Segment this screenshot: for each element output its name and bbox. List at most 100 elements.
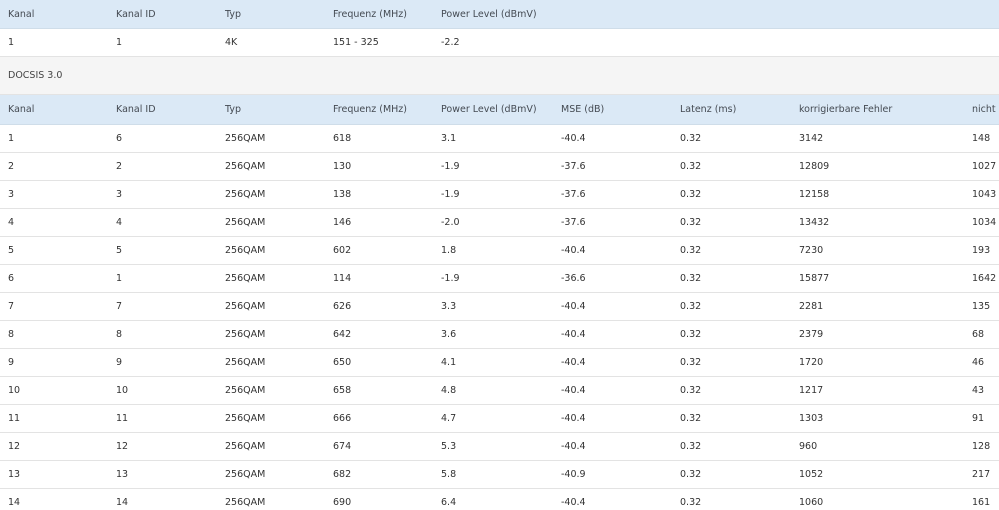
cell-korrigierbare-fehler: 1720 <box>799 357 824 368</box>
table-row: 5 5 256QAM 602 1.8 -40.4 0.32 7230 193 <box>0 237 999 265</box>
cell-nicht-korrigierbare-fehler: 68 <box>972 329 985 340</box>
cell-kanal-id: 12 <box>116 441 129 452</box>
cell-korrigierbare-fehler: 12809 <box>799 161 830 172</box>
cell-latenz: 0.32 <box>680 413 702 424</box>
cell-korrigierbare-fehler: 12158 <box>799 189 830 200</box>
cell-nicht-korrigierbare-fehler: 217 <box>972 469 991 480</box>
cell-korrigierbare-fehler: 3142 <box>799 133 824 144</box>
cell-frequenz: 642 <box>333 329 352 340</box>
cell-kanal: 4 <box>8 217 15 228</box>
cell-korrigierbare-fehler: 13432 <box>799 217 830 228</box>
cell-kanal-id: 5 <box>116 245 123 256</box>
cell-korrigierbare-fehler: 15877 <box>799 273 830 284</box>
cell-power-level: -1.9 <box>441 189 460 200</box>
cell-latenz: 0.32 <box>680 441 702 452</box>
cell-nicht-korrigierbare-fehler: 161 <box>972 497 991 508</box>
cell-typ: 256QAM <box>225 217 266 228</box>
cell-latenz: 0.32 <box>680 469 702 480</box>
cell-typ: 256QAM <box>225 301 266 312</box>
cell-frequenz: 618 <box>333 133 352 144</box>
cell-power-level: 4.7 <box>441 413 457 424</box>
column-header-nicht-korrigierbare-fehler: nicht k <box>972 104 999 115</box>
cell-typ: 256QAM <box>225 413 266 424</box>
cell-frequenz: 138 <box>333 189 352 200</box>
table-row: 12 12 256QAM 674 5.3 -40.4 0.32 960 128 <box>0 433 999 461</box>
column-header-typ: Typ <box>225 104 241 115</box>
cell-kanal-id: 4 <box>116 217 123 228</box>
table-header-row: Kanal Kanal ID Typ Frequenz (MHz) Power Leve… <box>0 0 999 29</box>
cell-frequenz: 658 <box>333 385 352 396</box>
cell-kanal-id: 1 <box>116 37 123 48</box>
cell-power-level: -1.9 <box>441 161 460 172</box>
cell-kanal: 3 <box>8 189 15 200</box>
docsis30-section-header: DOCSIS 3.0 <box>0 57 999 95</box>
cell-mse: -37.6 <box>561 161 586 172</box>
channel-status-view: Kanal Kanal ID Typ Frequenz (MHz) Power Leve… <box>0 0 999 510</box>
cell-nicht-korrigierbare-fehler: 193 <box>972 245 991 256</box>
cell-typ: 256QAM <box>225 189 266 200</box>
cell-latenz: 0.32 <box>680 217 702 228</box>
cell-frequenz: 114 <box>333 273 352 284</box>
cell-power-level: 3.6 <box>441 329 457 340</box>
cell-frequenz: 682 <box>333 469 352 480</box>
cell-frequenz: 666 <box>333 413 352 424</box>
cell-typ: 256QAM <box>225 469 266 480</box>
cell-latenz: 0.32 <box>680 245 702 256</box>
cell-mse: -40.4 <box>561 301 586 312</box>
cell-mse: -36.6 <box>561 273 586 284</box>
cell-kanal: 9 <box>8 357 15 368</box>
cell-frequenz: 130 <box>333 161 352 172</box>
cell-kanal: 1 <box>8 133 15 144</box>
cell-nicht-korrigierbare-fehler: 1027 <box>972 161 997 172</box>
cell-kanal: 5 <box>8 245 15 256</box>
table-row: 13 13 256QAM 682 5.8 -40.9 0.32 1052 217 <box>0 461 999 489</box>
cell-korrigierbare-fehler: 1052 <box>799 469 824 480</box>
cell-kanal-id: 3 <box>116 189 123 200</box>
cell-typ: 256QAM <box>225 329 266 340</box>
column-header-power-level: Power Level (dBmV) <box>441 9 537 20</box>
cell-kanal-id: 6 <box>116 133 123 144</box>
cell-kanal-id: 7 <box>116 301 123 312</box>
cell-latenz: 0.32 <box>680 189 702 200</box>
cell-nicht-korrigierbare-fehler: 1034 <box>972 217 997 228</box>
cell-nicht-korrigierbare-fehler: 1043 <box>972 189 997 200</box>
cell-frequenz: 626 <box>333 301 352 312</box>
column-header-mse: MSE (dB) <box>561 104 605 115</box>
table-row: 11 11 256QAM 666 4.7 -40.4 0.32 1303 91 <box>0 405 999 433</box>
docsis31-channel-table: Kanal Kanal ID Typ Frequenz (MHz) Power Leve… <box>0 0 999 57</box>
cell-korrigierbare-fehler: 2281 <box>799 301 824 312</box>
cell-latenz: 0.32 <box>680 497 702 508</box>
cell-typ: 256QAM <box>225 245 266 256</box>
table-row: 10 10 256QAM 658 4.8 -40.4 0.32 1217 43 <box>0 377 999 405</box>
cell-mse: -40.4 <box>561 133 586 144</box>
table-row: 6 1 256QAM 114 -1.9 -36.6 0.32 15877 1642 <box>0 265 999 293</box>
table-row: 7 7 256QAM 626 3.3 -40.4 0.32 2281 135 <box>0 293 999 321</box>
cell-kanal-id: 13 <box>116 469 129 480</box>
cell-power-level: -2.2 <box>441 37 460 48</box>
cell-kanal: 10 <box>8 385 21 396</box>
cell-power-level: 4.1 <box>441 357 457 368</box>
cell-latenz: 0.32 <box>680 329 702 340</box>
cell-kanal: 14 <box>8 497 21 508</box>
cell-power-level: 3.1 <box>441 133 457 144</box>
cell-nicht-korrigierbare-fehler: 43 <box>972 385 985 396</box>
cell-frequenz: 151 - 325 <box>333 37 379 48</box>
column-header-korrigierbare-fehler: korrigierbare Fehler <box>799 104 893 115</box>
cell-nicht-korrigierbare-fehler: 1642 <box>972 273 997 284</box>
table-header-row: Kanal Kanal ID Typ Frequenz (MHz) Power Leve… <box>0 95 999 125</box>
cell-frequenz: 602 <box>333 245 352 256</box>
column-header-latenz: Latenz (ms) <box>680 104 737 115</box>
cell-mse: -37.6 <box>561 217 586 228</box>
cell-kanal-id: 14 <box>116 497 129 508</box>
cell-latenz: 0.32 <box>680 357 702 368</box>
cell-power-level: 4.8 <box>441 385 457 396</box>
cell-mse: -40.4 <box>561 413 586 424</box>
cell-korrigierbare-fehler: 1060 <box>799 497 824 508</box>
column-header-kanal-id: Kanal ID <box>116 104 156 115</box>
cell-frequenz: 146 <box>333 217 352 228</box>
cell-typ: 256QAM <box>225 161 266 172</box>
cell-power-level: 5.8 <box>441 469 457 480</box>
table-row: 9 9 256QAM 650 4.1 -40.4 0.32 1720 46 <box>0 349 999 377</box>
cell-typ: 256QAM <box>225 133 266 144</box>
table-row: 4 4 256QAM 146 -2.0 -37.6 0.32 13432 1034 <box>0 209 999 237</box>
